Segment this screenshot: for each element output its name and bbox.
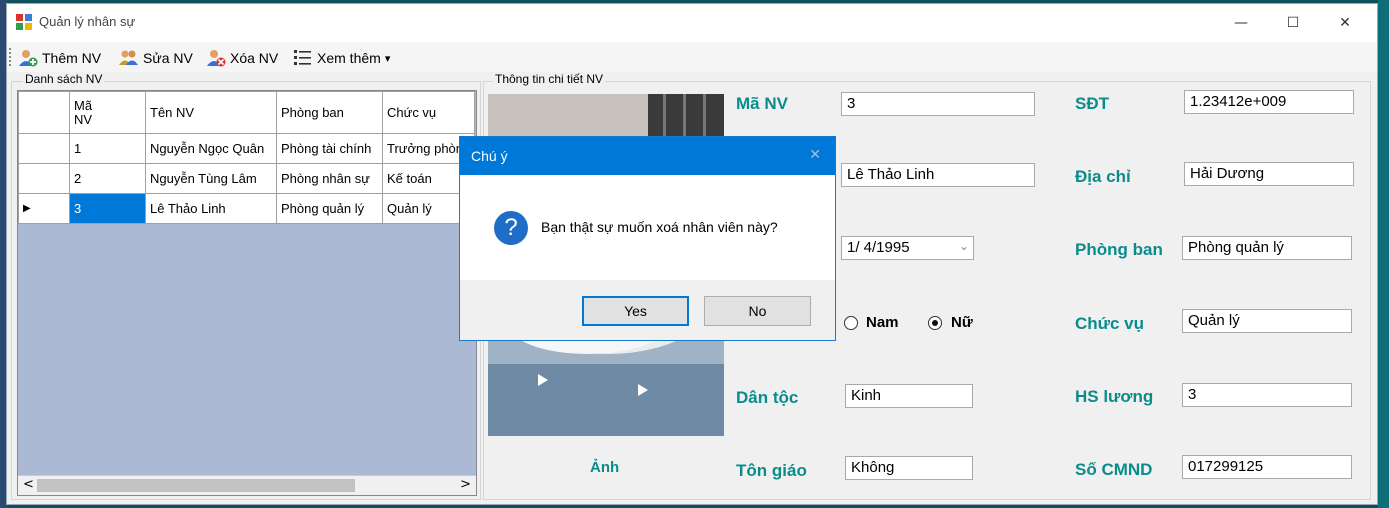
question-icon: ?: [494, 211, 528, 245]
radio-nam-label: Nam: [866, 314, 899, 331]
dialog-footer: Yes No: [460, 280, 835, 340]
window-title: Quản lý nhân sự: [39, 14, 136, 29]
delete-employee-label: Xóa NV: [230, 50, 279, 66]
dialog-close-icon[interactable]: ✕: [809, 147, 821, 163]
list-icon: [294, 50, 311, 65]
no-button[interactable]: No: [704, 296, 811, 326]
phong-ban-label: Phòng ban: [1075, 240, 1163, 259]
employee-grid[interactable]: Mã NV Tên NV Phòng ban Chức vụ 1 Nguyễn …: [17, 90, 477, 496]
view-more-label: Xem thêm: [317, 50, 381, 66]
edit-employee-button[interactable]: Sửa NV: [119, 47, 193, 69]
ngay-sinh-picker[interactable]: 1/ 4/1995 ⌄: [841, 236, 974, 260]
table-header-row: Mã NV Tên NV Phòng ban Chức vụ: [18, 91, 476, 134]
ma-nv-input[interactable]: 3: [841, 92, 1035, 116]
ten-nv-input[interactable]: Lê Thảo Linh: [841, 163, 1035, 187]
ngay-sinh-value: 1/ 4/1995: [847, 239, 910, 256]
cell-ma-nv[interactable]: 1: [69, 133, 146, 164]
chevron-down-icon: ▾: [384, 52, 391, 65]
scroll-left-icon[interactable]: <: [23, 477, 34, 492]
toolbar-grip[interactable]: [9, 48, 13, 66]
phong-ban-input[interactable]: Phòng quản lý: [1182, 236, 1352, 260]
sdt-input[interactable]: 1.23412e+009: [1184, 90, 1354, 114]
ton-giao-label: Tôn giáo: [736, 461, 807, 480]
dialog-title-bar: Chú ý ✕: [460, 137, 835, 175]
cell-phong-ban[interactable]: Phòng nhân sự: [276, 163, 383, 194]
edit-users-icon: [119, 50, 138, 65]
yes-button[interactable]: Yes: [582, 296, 689, 326]
employee-detail-title: Thông tin chi tiết NV: [493, 72, 606, 86]
row-header-corner: [18, 91, 70, 134]
ton-giao-input[interactable]: Không: [845, 456, 973, 480]
column-header-chuc-vu[interactable]: Chức vụ: [381, 91, 476, 134]
radio-nu-label: Nữ: [951, 314, 973, 331]
add-employee-label: Thêm NV: [42, 50, 102, 66]
delete-employee-button[interactable]: Xóa NV: [206, 47, 278, 69]
column-header-ma-nv[interactable]: Mã NV: [69, 91, 146, 134]
hs-luong-label: HS lương: [1075, 387, 1154, 406]
dialog-title: Chú ý: [471, 148, 508, 164]
edit-employee-label: Sửa NV: [143, 50, 193, 66]
column-header-phong-ban[interactable]: Phòng ban: [276, 91, 383, 134]
cell-phong-ban[interactable]: Phòng quản lý: [276, 193, 383, 224]
cell-ten-nv[interactable]: Nguyễn Ngọc Quân: [145, 133, 277, 164]
so-cmnd-input[interactable]: 017299125: [1182, 455, 1352, 479]
radio-nu-dot: [932, 320, 938, 326]
table-row[interactable]: 1 Nguyễn Ngọc Quân Phòng tài chính Trưởn…: [18, 133, 476, 164]
row-marker[interactable]: [18, 163, 70, 194]
cell-ten-nv[interactable]: Nguyễn Tùng Lâm: [145, 163, 277, 194]
close-button[interactable]: ✕: [1322, 4, 1368, 42]
chuc-vu-label: Chức vụ: [1075, 314, 1144, 333]
cell-phong-ban[interactable]: Phòng tài chính: [276, 133, 383, 164]
delete-user-icon: [207, 50, 226, 67]
radio-nam[interactable]: [844, 316, 858, 330]
so-cmnd-label: Số CMND: [1075, 460, 1153, 479]
dia-chi-label: Địa chỉ: [1075, 167, 1131, 186]
horizontal-scrollbar[interactable]: < >: [18, 475, 476, 495]
current-row-arrow-icon[interactable]: ▶: [18, 193, 70, 224]
add-employee-button[interactable]: Thêm NV: [18, 47, 101, 69]
add-user-icon: [19, 50, 38, 67]
ma-nv-label: Mã NV: [736, 94, 788, 113]
hs-luong-input[interactable]: 3: [1182, 383, 1352, 407]
cell-ma-nv[interactable]: 2: [69, 163, 146, 194]
table-row-selected[interactable]: ▶ 3 Lê Thảo Linh Phòng quản lý Quản lý: [18, 193, 476, 224]
title-bar: Quản lý nhân sự — ☐ ✕: [7, 4, 1377, 42]
scrollbar-thumb[interactable]: [37, 479, 355, 492]
dia-chi-input[interactable]: Hải Dương: [1184, 162, 1354, 186]
sdt-label: SĐT: [1075, 94, 1109, 113]
radio-nu[interactable]: [928, 316, 942, 330]
minimize-button[interactable]: —: [1218, 4, 1264, 42]
dan-toc-label: Dân tộc: [736, 388, 799, 407]
toolbar: Thêm NV Sửa NV Xóa NV Xem thêm ▾: [7, 42, 1377, 72]
app-icon: [16, 14, 32, 30]
desktop-background-right: [1378, 0, 1389, 508]
employee-table: Mã NV Tên NV Phòng ban Chức vụ 1 Nguyễn …: [18, 91, 476, 224]
table-row[interactable]: 2 Nguyễn Tùng Lâm Phòng nhân sự Kế toán: [18, 163, 476, 194]
row-marker[interactable]: [18, 133, 70, 164]
chuc-vu-input[interactable]: Quản lý: [1182, 309, 1352, 333]
employee-list-title: Danh sách NV: [23, 72, 105, 86]
dialog-message: Bạn thật sự muốn xoá nhân viên này?: [541, 219, 778, 235]
cell-ten-nv[interactable]: Lê Thảo Linh: [145, 193, 277, 224]
scroll-right-icon[interactable]: >: [460, 477, 471, 492]
confirm-dialog: Chú ý ✕ ? Bạn thật sự muốn xoá nhân viên…: [459, 136, 836, 341]
cell-ma-nv-selected[interactable]: 3: [69, 193, 146, 224]
view-more-dropdown[interactable]: Xem thêm ▾: [293, 47, 390, 69]
column-header-ten-nv[interactable]: Tên NV: [145, 91, 277, 134]
photo-label: Ảnh: [590, 459, 620, 476]
dan-toc-input[interactable]: Kinh: [845, 384, 973, 408]
chevron-down-icon[interactable]: ⌄: [959, 239, 969, 253]
maximize-button[interactable]: ☐: [1270, 4, 1316, 42]
